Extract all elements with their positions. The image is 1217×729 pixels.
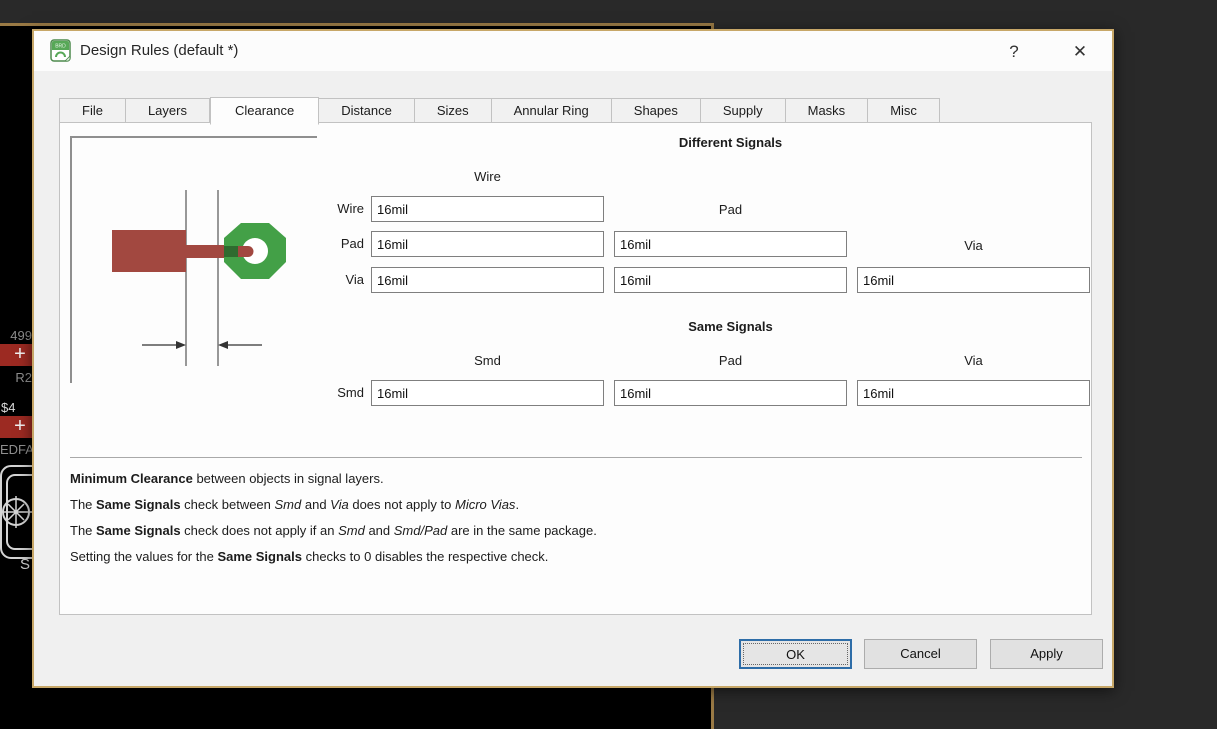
tab-distance[interactable]: Distance: [319, 98, 415, 123]
same-signals-title: Same Signals: [688, 319, 773, 334]
ds-pad-pad-input[interactable]: [614, 231, 847, 257]
help-button[interactable]: ?: [992, 37, 1036, 67]
ds-wire-wire-input[interactable]: [371, 196, 604, 222]
ss-col-header-pad: Pad: [718, 353, 743, 368]
ss-col-header-via: Via: [964, 353, 983, 368]
apply-button[interactable]: Apply: [990, 639, 1103, 669]
note-same-signals-package: The Same Signals check does not apply if…: [70, 523, 597, 538]
notes-divider: [70, 457, 1082, 458]
tab-clearance[interactable]: Clearance: [209, 97, 320, 125]
dialog-titlebar[interactable]: BRD Design Rules (default *) ? ✕: [34, 31, 1112, 71]
ok-button[interactable]: OK: [739, 639, 852, 669]
brd-file-icon: BRD: [50, 39, 71, 62]
ds-col-header-pad: Pad: [718, 202, 743, 217]
tab-annular-ring[interactable]: Annular Ring: [491, 98, 612, 123]
tab-sizes[interactable]: Sizes: [414, 98, 492, 123]
ds-via-pad-input[interactable]: [614, 267, 847, 293]
design-rules-dialog: BRD Design Rules (default *) ? ✕ File Lay…: [32, 29, 1114, 688]
svg-text:BRD: BRD: [55, 44, 66, 50]
ds-pad-wire-input[interactable]: [371, 231, 604, 257]
tab-shapes[interactable]: Shapes: [611, 98, 701, 123]
tab-file[interactable]: File: [59, 98, 126, 123]
ds-row-label-pad: Pad: [340, 236, 364, 251]
ss-smd-pad-input[interactable]: [614, 380, 847, 406]
clearance-preview: [70, 136, 317, 383]
pcb-label-s: S: [19, 556, 30, 573]
ss-smd-smd-input[interactable]: [371, 380, 604, 406]
cancel-button[interactable]: Cancel: [864, 639, 977, 669]
close-icon[interactable]: ✕: [1058, 37, 1102, 67]
ds-col-header-via: Via: [964, 238, 983, 253]
note-same-signals-micro-vias: The Same Signals check between Smd and V…: [70, 497, 520, 512]
pcb-label-499: 499: [10, 328, 32, 343]
pcb-label-r2: R2: [15, 370, 32, 385]
pcb-pad-d4: +: [0, 416, 33, 438]
note-minimum-clearance: Minimum Clearance between objects in sig…: [70, 471, 384, 486]
dialog-title: Design Rules (default *): [80, 42, 239, 59]
ds-row-label-via: Via: [345, 272, 364, 287]
board-outline-top: [0, 23, 714, 26]
tab-layers[interactable]: Layers: [125, 98, 210, 123]
different-signals-title: Different Signals: [678, 135, 783, 150]
note-zero-disables: Setting the values for the Same Signals …: [70, 549, 549, 564]
tab-supply[interactable]: Supply: [700, 98, 786, 123]
ds-col-header-wire: Wire: [474, 169, 501, 184]
ss-smd-via-input[interactable]: [857, 380, 1090, 406]
ds-via-via-input[interactable]: [857, 267, 1090, 293]
ss-col-header-smd: Smd: [474, 353, 501, 368]
ds-row-label-wire: Wire: [337, 201, 364, 216]
pcb-label-edfa: EDFA: [0, 442, 33, 457]
clearance-preview-drawing: [112, 190, 286, 366]
pcb-footprint-drawing: [0, 465, 33, 559]
ss-row-label-smd: Smd: [337, 385, 364, 400]
ds-via-wire-input[interactable]: [371, 267, 604, 293]
clearance-tab-panel: Different Signals Wire Wire Pad Pad Via …: [59, 122, 1092, 615]
tab-misc[interactable]: Misc: [868, 98, 940, 123]
pcb-label-d4: $4: [1, 400, 16, 415]
tabbar: File Layers Clearance Distance Sizes Annular …: [59, 95, 940, 125]
pcb-pad-r2: +: [0, 344, 33, 366]
pcb-left-strip: 499 + R2 $4 + EDFA S: [0, 300, 33, 630]
tab-masks[interactable]: Masks: [785, 98, 869, 123]
